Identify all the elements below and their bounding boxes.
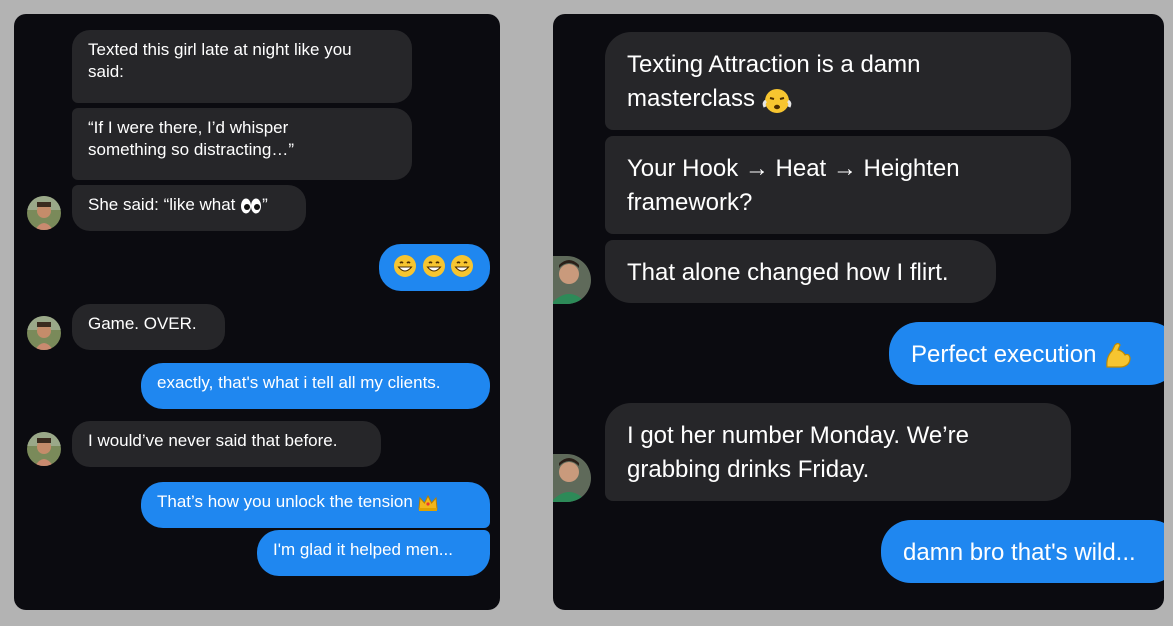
message-text: framework? — [627, 189, 753, 216]
message-text: “If I were there, I’d whisper — [88, 118, 289, 137]
message-text: Texted this girl late at night like you — [88, 40, 352, 59]
message-bubble-incoming[interactable]: “If I were there, I’d whisper something … — [72, 108, 412, 180]
message-bubble-incoming[interactable]: That alone changed how I flirt. — [605, 240, 996, 303]
message-text: I got her number Monday. We’re — [627, 422, 969, 449]
avatar-icon — [27, 316, 61, 350]
avatar[interactable] — [27, 432, 61, 466]
message-text: said: — [88, 62, 124, 81]
message-text: Game. OVER. — [88, 314, 197, 333]
message-text: I would’ve never said that before. — [88, 431, 338, 450]
message-bubble-outgoing[interactable]: I'm glad it helped men... — [257, 530, 490, 576]
left-chat-panel: Texted this girl late at night like you … — [14, 14, 500, 610]
message-bubble-incoming[interactable]: I got her number Monday. We’re grabbing … — [605, 403, 1071, 501]
message-bubble-outgoing[interactable] — [379, 244, 490, 291]
message-bubble-outgoing[interactable]: damn bro that's wild... — [881, 520, 1164, 583]
grinning-face-icon — [393, 254, 417, 278]
message-bubble-outgoing[interactable]: That’s how you unlock the tension — [141, 482, 490, 528]
message-bubble-incoming[interactable]: I would’ve never said that before. — [72, 421, 381, 467]
grinning-face-icon — [422, 254, 446, 278]
avatar[interactable] — [27, 316, 61, 350]
avatar[interactable] — [553, 256, 591, 304]
flexed-biceps-icon — [1103, 341, 1133, 371]
message-bubble-incoming[interactable]: She said: “like what ” — [72, 185, 306, 231]
message-text: That’s how you unlock the tension — [157, 492, 418, 511]
message-text: I'm glad it helped men... — [273, 540, 453, 559]
avatar-icon — [27, 432, 61, 466]
avatar[interactable] — [27, 196, 61, 230]
message-text: grabbing drinks Friday. — [627, 456, 870, 483]
message-text: Your Hook → Heat → Heighten — [627, 155, 960, 182]
message-text: masterclass — [627, 85, 756, 112]
avatar[interactable] — [553, 454, 591, 502]
grinning-face-icon — [450, 254, 474, 278]
message-text: something so distracting…” — [88, 140, 294, 159]
message-text: She said: “like what — [88, 195, 241, 214]
message-text: That alone changed how I flirt. — [627, 259, 949, 286]
message-text: Perfect execution — [911, 341, 1097, 368]
message-text: damn bro that's wild... — [903, 539, 1136, 566]
message-bubble-incoming[interactable]: Game. OVER. — [72, 304, 225, 350]
message-bubble-incoming[interactable]: Texted this girl late at night like you … — [72, 30, 412, 103]
eyes-icon — [240, 197, 262, 215]
message-text: exactly, that's what i tell all my clien… — [157, 373, 441, 392]
message-text: Texting Attraction is a damn — [627, 51, 921, 78]
message-bubble-incoming[interactable]: Texting Attraction is a damn masterclass — [605, 32, 1071, 130]
message-bubble-outgoing[interactable]: exactly, that's what i tell all my clien… — [141, 363, 490, 409]
avatar-icon — [553, 454, 591, 502]
message-bubble-outgoing[interactable]: Perfect execution — [889, 322, 1164, 385]
message-bubble-incoming[interactable]: Your Hook → Heat → Heighten framework? — [605, 136, 1071, 234]
avatar-icon — [27, 196, 61, 230]
crown-icon — [417, 494, 438, 512]
avatar-icon — [553, 256, 591, 304]
message-text: ” — [262, 195, 268, 214]
face-blowing-steam-icon — [762, 85, 792, 115]
right-chat-panel: Texting Attraction is a damn masterclass… — [553, 14, 1164, 610]
